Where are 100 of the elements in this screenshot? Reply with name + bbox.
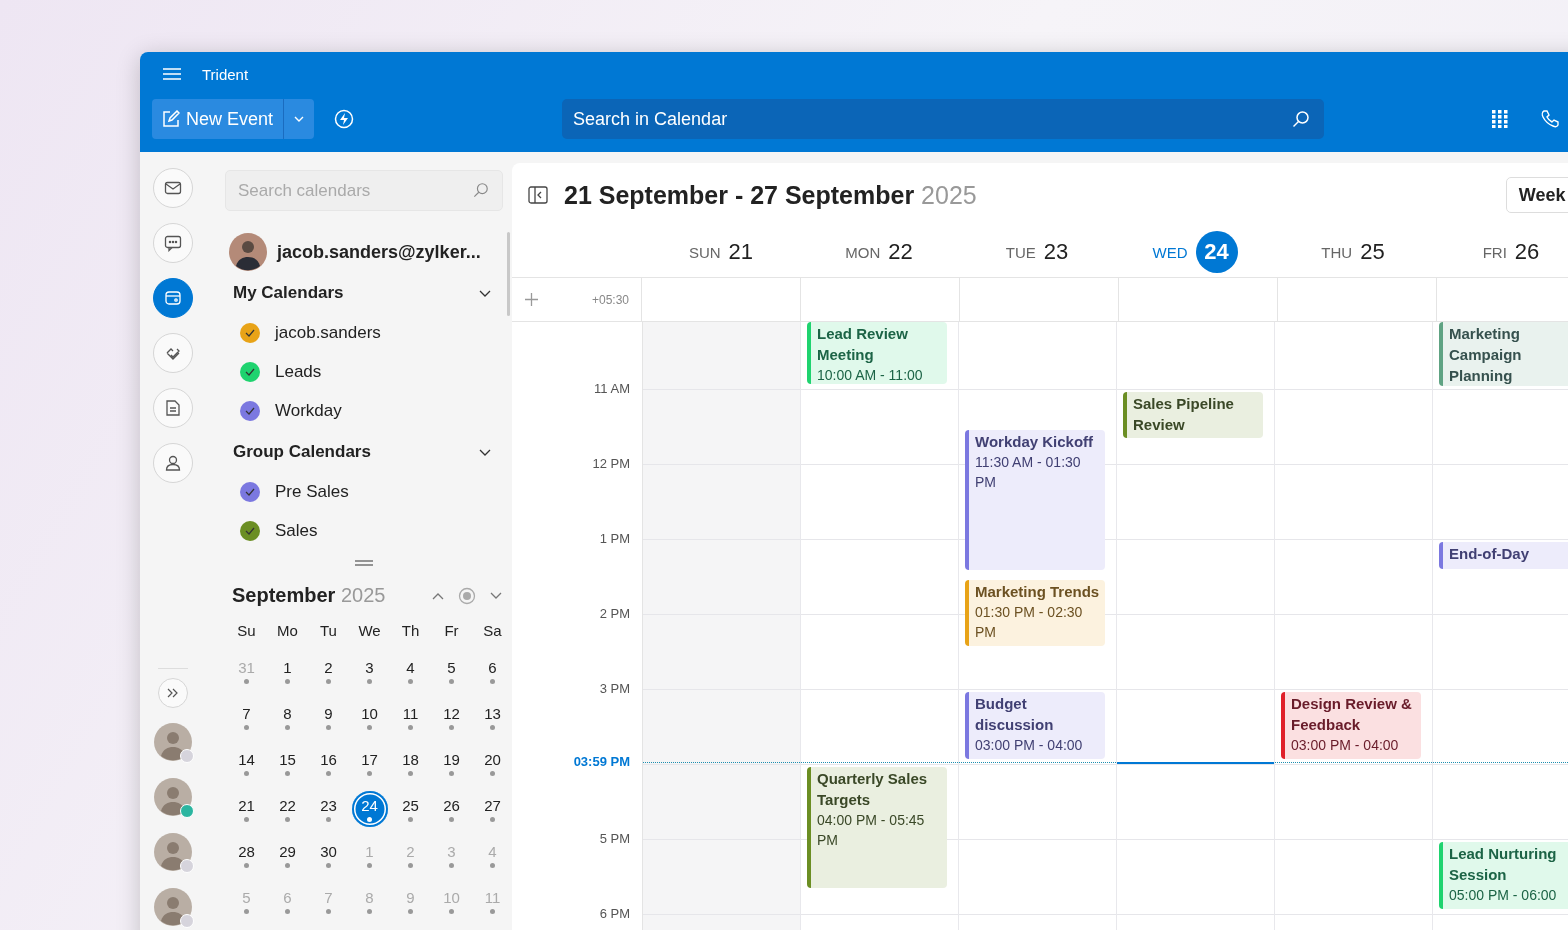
person-avatar[interactable] bbox=[153, 888, 192, 926]
calendar-checkbox[interactable] bbox=[239, 519, 261, 542]
weekday-label: Sa bbox=[482, 621, 503, 641]
event-title: Lead Nurturing Session bbox=[1449, 844, 1558, 885]
lightning-icon[interactable] bbox=[334, 109, 355, 129]
calendar-name[interactable]: Pre Sales bbox=[275, 481, 349, 502]
calendar-day[interactable]: 13 bbox=[474, 699, 511, 735]
add-icon[interactable] bbox=[525, 293, 538, 306]
event-time: 03:00 PM - 04:00 bbox=[1291, 736, 1400, 755]
search-field[interactable]: Search in Calendar bbox=[562, 99, 1325, 139]
search-icon bbox=[473, 182, 489, 198]
calendar-day[interactable]: 19 bbox=[433, 745, 470, 781]
event-card[interactable]: Sales Pipeline Review bbox=[1123, 392, 1263, 438]
new-event-button[interactable]: New Event bbox=[152, 99, 285, 139]
day-header[interactable]: FRI 26 bbox=[1432, 227, 1568, 277]
event-card[interactable]: Lead Review Meeting 10:00 AM - 11:00 bbox=[807, 322, 947, 384]
calendar-checkbox[interactable] bbox=[239, 321, 261, 344]
day-header[interactable]: MON 22 bbox=[800, 227, 958, 277]
double-chevron-icon bbox=[166, 688, 179, 698]
event-time: 10:00 AM - 11:00 bbox=[817, 366, 924, 384]
app-grid-icon[interactable] bbox=[1492, 110, 1509, 128]
calendar-checkbox[interactable] bbox=[239, 399, 261, 422]
event-card[interactable]: Marketing Trends 01:30 PM - 02:30 PM bbox=[965, 580, 1105, 646]
event-card[interactable]: Budget discussion 03:00 PM - 04:00 bbox=[965, 692, 1105, 759]
phone-icon[interactable] bbox=[1540, 109, 1561, 129]
tasks-nav-button[interactable] bbox=[152, 333, 193, 373]
hour-label: 12 PM bbox=[592, 456, 630, 471]
calendar-day[interactable]: 28 bbox=[228, 837, 265, 873]
calendar-day[interactable]: 5 bbox=[433, 653, 470, 689]
menu-icon[interactable] bbox=[163, 68, 181, 80]
calendar-day[interactable]: 21 bbox=[228, 791, 265, 827]
person-avatar[interactable] bbox=[153, 778, 192, 816]
calendar-group-header[interactable]: Group Calendars bbox=[225, 438, 495, 466]
hour-label: 11 AM bbox=[594, 381, 630, 396]
calendar-day[interactable]: 26 bbox=[433, 791, 470, 827]
calendar-day[interactable]: 18 bbox=[392, 745, 429, 781]
event-card[interactable]: Quarterly Sales Targets 04:00 PM - 05:45 PM bbox=[807, 767, 947, 888]
calendar-day[interactable]: 7 bbox=[228, 699, 265, 735]
day-header[interactable]: TUE 23 bbox=[958, 227, 1116, 277]
contacts-nav-button[interactable] bbox=[152, 443, 193, 483]
calendar-day[interactable]: 3 bbox=[351, 653, 388, 689]
person-avatar[interactable] bbox=[153, 833, 192, 871]
calendar-day[interactable]: 17 bbox=[351, 745, 388, 781]
calendar-day[interactable]: 20 bbox=[474, 745, 511, 781]
calendar-day[interactable]: 11 bbox=[392, 699, 429, 735]
calendar-search-field[interactable]: Search calendars bbox=[225, 170, 503, 211]
chevron-up-icon[interactable] bbox=[432, 591, 444, 600]
scrollbar[interactable] bbox=[507, 232, 510, 316]
calendar-day[interactable]: 30 bbox=[310, 837, 347, 873]
event-title: Sales Pipeline Review bbox=[1133, 394, 1235, 435]
calendar-nav-button[interactable] bbox=[152, 278, 193, 318]
day-header[interactable]: WED 24 bbox=[1116, 227, 1274, 277]
account-avatar bbox=[229, 233, 267, 271]
calendar-group-header[interactable]: My Calendars bbox=[225, 279, 495, 307]
calendar-day[interactable]: 12 bbox=[433, 699, 470, 735]
person-avatar[interactable] bbox=[153, 723, 192, 761]
calendar-day[interactable]: 29 bbox=[269, 837, 306, 873]
calendar-day[interactable]: 4 bbox=[392, 653, 429, 689]
hour-label: 3 PM bbox=[599, 681, 630, 696]
event-card[interactable]: Lead Nurturing Session 05:00 PM - 06:00 bbox=[1439, 842, 1568, 909]
calendar-day[interactable]: 14 bbox=[228, 745, 265, 781]
event-card[interactable]: Design Review & Feedback 03:00 PM - 04:00 bbox=[1281, 692, 1421, 759]
calendar-day[interactable]: 9 bbox=[310, 699, 347, 735]
calendar-day[interactable]: 8 bbox=[269, 699, 306, 735]
calendar-day[interactable]: 27 bbox=[474, 791, 511, 827]
notes-icon bbox=[163, 399, 182, 417]
chevron-down-icon[interactable] bbox=[490, 591, 502, 600]
calendar-day[interactable]: 22 bbox=[269, 791, 306, 827]
chat-nav-button[interactable] bbox=[152, 223, 193, 263]
today-icon[interactable] bbox=[458, 586, 476, 605]
event-time: 04:00 PM - 05:45 PM bbox=[817, 811, 926, 850]
calendar-day[interactable]: 2 bbox=[310, 653, 347, 689]
calendar-name[interactable]: Leads bbox=[275, 361, 322, 382]
calendar-checkbox[interactable] bbox=[239, 480, 261, 503]
event-card[interactable]: End-of-Day bbox=[1439, 542, 1568, 569]
calendar-name[interactable]: Sales bbox=[275, 520, 318, 541]
calendar-day[interactable]: 10 bbox=[351, 699, 388, 735]
event-title: Marketing Campaign Planning bbox=[1449, 324, 1523, 386]
collapse-panel-icon[interactable] bbox=[528, 186, 548, 204]
calendar-day[interactable]: 25 bbox=[392, 791, 429, 827]
day-header[interactable]: SUN 21 bbox=[642, 227, 800, 277]
mail-nav-button[interactable] bbox=[152, 168, 193, 208]
notes-nav-button[interactable] bbox=[152, 388, 193, 428]
calendar-day[interactable]: 15 bbox=[269, 745, 306, 781]
calendar-day[interactable]: 24 bbox=[351, 791, 388, 827]
calendar-day[interactable]: 23 bbox=[310, 791, 347, 827]
calendar-day[interactable]: 16 bbox=[310, 745, 347, 781]
event-time: 05:00 PM - 06:00 bbox=[1449, 886, 1558, 905]
calendar-day[interactable]: 1 bbox=[269, 653, 306, 689]
calendar-checkbox[interactable] bbox=[239, 360, 261, 383]
search-icon bbox=[1292, 110, 1311, 128]
view-dropdown[interactable]: Week bbox=[1505, 177, 1568, 213]
calendar-name[interactable]: jacob.sanders bbox=[275, 322, 381, 343]
splitter-handle[interactable] bbox=[355, 560, 373, 566]
calendar-day[interactable]: 6 bbox=[474, 653, 511, 689]
day-header[interactable]: THU 25 bbox=[1274, 227, 1432, 277]
event-card[interactable]: Workday Kickoff 11:30 AM - 01:30 PM bbox=[965, 430, 1105, 570]
calendar-name[interactable]: Workday bbox=[275, 400, 342, 421]
group-title: My Calendars bbox=[233, 283, 344, 303]
event-card[interactable]: Marketing Campaign Planning bbox=[1439, 322, 1568, 386]
